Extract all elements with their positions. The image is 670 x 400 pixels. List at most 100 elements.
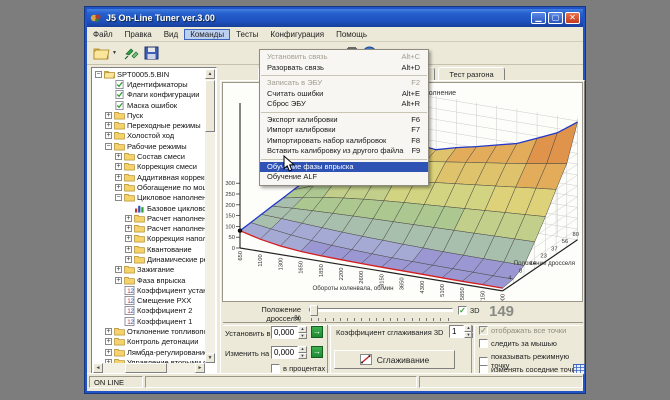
minimize-button[interactable]: ▁ <box>531 12 546 24</box>
tree-expander-icon[interactable]: + <box>125 225 132 232</box>
throttle-slider-thumb[interactable] <box>310 305 318 316</box>
tree-item[interactable]: +Контроль детонации <box>93 337 205 347</box>
scroll-left-icon[interactable]: ◄ <box>93 363 103 373</box>
tree-vertical-scrollbar[interactable]: ▲ ▼ <box>205 69 215 363</box>
tree-expander-icon[interactable]: + <box>125 235 132 242</box>
menu-item[interactable]: Сброс ЭБУAlt+R <box>260 99 428 110</box>
tree-item[interactable]: +Аддитивная коррекция <box>93 172 205 182</box>
tree-item[interactable]: Маска ошибок <box>93 100 205 110</box>
change-by-input[interactable]: 0,000 <box>271 346 298 359</box>
in-percent-checkbox-box[interactable] <box>271 364 280 373</box>
tree-expander-icon[interactable]: + <box>105 122 112 129</box>
menu-Файл[interactable]: Файл <box>87 29 119 40</box>
menu-Тесты[interactable]: Тесты <box>230 29 264 40</box>
tree-horizontal-scrollbar[interactable]: ◄ ► <box>93 363 205 373</box>
in-percent-checkbox[interactable]: в процентах <box>271 364 325 373</box>
menu-Правка[interactable]: Правка <box>119 29 158 40</box>
tree-expander-icon[interactable]: + <box>115 184 122 191</box>
scroll-down-icon[interactable]: ▼ <box>205 353 215 363</box>
tree-item[interactable]: +Переходные режимы <box>93 120 205 130</box>
tree-item[interactable]: 12Коэффициент 2 <box>93 306 205 316</box>
menu-item[interactable]: Обучение ALF <box>260 172 428 183</box>
tree-item[interactable]: 12Коэффициент установки <box>93 285 205 295</box>
change-by-spinner[interactable]: ▲▼ <box>298 346 307 359</box>
tree-item[interactable]: +Расчет наполнения <box>93 213 205 223</box>
scroll-right-icon[interactable]: ► <box>195 363 205 373</box>
menu-Конфигурация[interactable]: Конфигурация <box>264 29 330 40</box>
tree-expander-icon[interactable]: + <box>115 277 122 284</box>
tree-item[interactable]: +Лямбда-регулирование <box>93 347 205 357</box>
tree-expander-icon[interactable]: − <box>105 143 112 150</box>
tree-item[interactable]: +Состав смеси <box>93 151 205 161</box>
tree-item[interactable]: +Обогащение по мощности <box>93 182 205 192</box>
tree-item[interactable]: +Расчет наполнения <box>93 223 205 233</box>
3d-checkbox[interactable]: ✓ 3D <box>458 306 480 315</box>
tree-item[interactable]: Флаги конфигурации <box>93 90 205 100</box>
tree-expander-icon[interactable]: + <box>125 256 132 263</box>
menu-item[interactable]: Экспорт калибровкиF6 <box>260 115 428 126</box>
menu-item[interactable]: Импорт калибровкиF7 <box>260 125 428 136</box>
title-bar[interactable]: J5 On-Line Tuner ver.3.00 ▁ ▢ ✕ <box>87 9 583 27</box>
menu-item[interactable]: Считать ошибкиAlt+E <box>260 89 428 100</box>
tree-expander-icon[interactable]: + <box>105 328 112 335</box>
tree-expander-icon[interactable]: + <box>125 246 132 253</box>
open-file-icon[interactable] <box>92 45 110 62</box>
option-checkbox[interactable]: следить за мышью <box>479 339 557 348</box>
set-to-input[interactable]: 0,000 <box>271 326 298 339</box>
tree-item[interactable]: Идентификаторы <box>93 79 205 89</box>
option-checkbox[interactable]: ✓отображать все точки <box>479 326 566 335</box>
tree-item[interactable]: +Отклонение топливоподачи <box>93 326 205 336</box>
tree-expander-icon[interactable]: + <box>115 153 122 160</box>
tree-expander-icon[interactable]: + <box>115 266 122 273</box>
menu-Помощь[interactable]: Помощь <box>330 29 373 40</box>
tree-expander-icon[interactable]: + <box>125 215 132 222</box>
menu-Команды[interactable]: Команды <box>184 29 230 40</box>
menu-Вид[interactable]: Вид <box>158 29 184 40</box>
tree-item[interactable]: −Рабочие режимы <box>93 141 205 151</box>
menu-item[interactable]: Импортировать набор калибровокF8 <box>260 136 428 147</box>
hscroll-thumb[interactable] <box>125 363 167 373</box>
tree-expander-icon[interactable]: + <box>105 338 112 345</box>
save-icon[interactable] <box>143 45 161 62</box>
tree-item[interactable]: +Пуск <box>93 110 205 120</box>
tree-item[interactable]: Базовое цикловое наполнение <box>93 203 205 213</box>
tree-expander-icon[interactable]: − <box>95 71 102 78</box>
connect-icon[interactable] <box>123 45 141 62</box>
tree-item[interactable]: +Квантование <box>93 244 205 254</box>
tree-item[interactable]: +Фаза впрыска <box>93 275 205 285</box>
checkbox-box[interactable] <box>479 339 488 348</box>
tree-item[interactable]: +Коррекция наполнения <box>93 234 205 244</box>
apply-change-button[interactable]: → <box>311 346 323 358</box>
folder-icon <box>114 348 125 357</box>
tree-item[interactable]: +Динамические режимы <box>93 254 205 264</box>
apply-set-button[interactable]: → <box>311 326 323 338</box>
tree-item[interactable]: 12Смещение РХХ <box>93 296 205 306</box>
tree-expander-icon[interactable]: + <box>115 174 122 181</box>
tab-3[interactable]: Тест разгона <box>438 67 505 81</box>
tree-item[interactable]: +Холостой ход <box>93 131 205 141</box>
tree-expander-icon[interactable]: + <box>105 349 112 356</box>
menu-item[interactable]: Разорвать связьAlt+D <box>260 63 428 74</box>
smooth-button[interactable]: Сглаживание <box>334 350 455 369</box>
open-file-dropdown-icon[interactable]: ▼ <box>112 50 117 56</box>
set-to-spinner[interactable]: ▲▼ <box>298 326 307 339</box>
close-button[interactable]: ✕ <box>565 12 580 24</box>
tree-expander-icon[interactable]: + <box>115 163 122 170</box>
tree-item[interactable]: −SPT0005.5.BIN <box>93 69 205 79</box>
vscroll-thumb[interactable] <box>205 80 215 132</box>
tree-item[interactable]: −Цикловое наполнение <box>93 193 205 203</box>
tree-item[interactable]: +Коррекция смеси <box>93 162 205 172</box>
tree-expander-icon[interactable]: − <box>115 194 122 201</box>
menu-item[interactable]: Записать в ЭБУF2 <box>260 78 428 89</box>
maximize-button[interactable]: ▢ <box>548 12 563 24</box>
smooth-coef-input[interactable]: 1 <box>449 325 464 338</box>
menu-item[interactable]: Установить связьAlt+C <box>260 52 428 63</box>
scroll-up-icon[interactable]: ▲ <box>205 69 215 79</box>
throttle-slider[interactable] <box>309 308 453 312</box>
tree-item[interactable]: +Зажигание <box>93 265 205 275</box>
tree-expander-icon[interactable]: + <box>105 132 112 139</box>
3d-checkbox-box[interactable]: ✓ <box>458 306 467 315</box>
tree-expander-icon[interactable]: + <box>105 112 112 119</box>
checkbox-box[interactable]: ✓ <box>479 326 488 335</box>
tree-item[interactable]: 12Коэффициент 1 <box>93 316 205 326</box>
